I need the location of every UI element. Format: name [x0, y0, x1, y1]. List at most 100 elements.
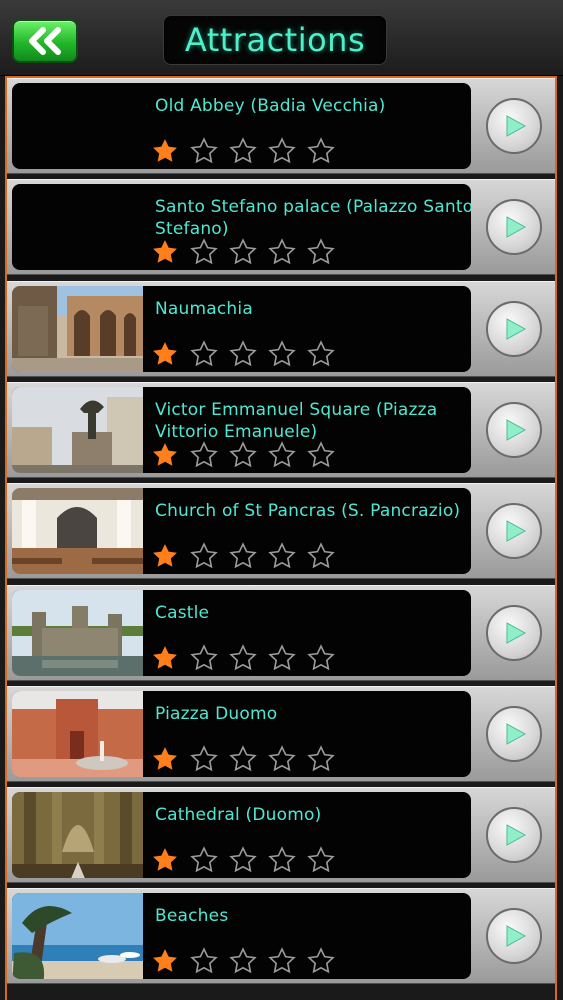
page-title: Attractions	[163, 15, 387, 65]
attraction-card[interactable]: Old Abbey (Badia Vecchia)	[12, 83, 471, 169]
star-filled-icon	[149, 137, 188, 165]
open-attraction-button[interactable]	[479, 492, 549, 570]
list-item[interactable]: Victor Emmanuel Square (Piazza Vittorio …	[7, 382, 555, 478]
list-item[interactable]: Santo Stefano palace (Palazzo Santo Stef…	[7, 179, 555, 275]
star-empty-icon	[188, 644, 227, 672]
star-empty-icon	[227, 238, 266, 266]
star-empty-icon	[305, 542, 344, 570]
star-empty-icon	[227, 441, 266, 469]
list-item[interactable]: Naumachia	[7, 281, 555, 377]
open-attraction-button[interactable]	[479, 695, 549, 773]
open-attraction-button[interactable]	[479, 87, 549, 165]
attraction-thumbnail	[12, 488, 143, 574]
open-attraction-button[interactable]	[479, 188, 549, 266]
star-empty-icon	[227, 745, 266, 773]
attractions-list[interactable]: Old Abbey (Badia Vecchia) Santo Stefano …	[5, 76, 557, 1000]
header-bar: Attractions	[0, 0, 563, 76]
star-empty-icon	[188, 441, 227, 469]
rating-stars	[149, 340, 344, 368]
star-empty-icon	[188, 947, 227, 975]
star-filled-icon	[149, 441, 188, 469]
star-empty-icon	[266, 441, 305, 469]
star-filled-icon	[149, 340, 188, 368]
open-attraction-button[interactable]	[479, 594, 549, 672]
attraction-card[interactable]: Beaches	[12, 893, 471, 979]
open-attraction-button[interactable]	[479, 290, 549, 368]
rating-stars	[149, 137, 344, 165]
attraction-thumbnail	[12, 691, 143, 777]
play-arrow-icon	[486, 706, 542, 762]
play-arrow-icon	[486, 503, 542, 559]
list-item[interactable]: Piazza Duomo	[7, 686, 555, 782]
attraction-card[interactable]: Victor Emmanuel Square (Piazza Vittorio …	[12, 387, 471, 473]
star-empty-icon	[305, 441, 344, 469]
open-attraction-button[interactable]	[479, 796, 549, 874]
open-attraction-button[interactable]	[479, 897, 549, 975]
star-empty-icon	[188, 745, 227, 773]
star-empty-icon	[266, 846, 305, 874]
star-empty-icon	[227, 542, 266, 570]
attraction-title: Santo Stefano palace (Palazzo Santo Stef…	[155, 197, 471, 239]
play-arrow-icon	[486, 908, 542, 964]
attraction-thumbnail	[12, 286, 143, 372]
attraction-thumbnail	[12, 893, 143, 979]
attraction-title: Old Abbey (Badia Vecchia)	[155, 96, 386, 116]
star-filled-icon	[149, 238, 188, 266]
play-arrow-icon	[486, 605, 542, 661]
attraction-title: Castle	[155, 603, 210, 623]
list-item[interactable]: Church of St Pancras (S. Pancrazio)	[7, 483, 555, 579]
star-empty-icon	[266, 238, 305, 266]
attraction-thumbnail	[12, 792, 143, 878]
attraction-thumbnail	[12, 387, 143, 473]
attraction-title: Naumachia	[155, 299, 253, 319]
attraction-card[interactable]: Cathedral (Duomo)	[12, 792, 471, 878]
rating-stars	[149, 644, 344, 672]
star-empty-icon	[305, 846, 344, 874]
star-empty-icon	[188, 846, 227, 874]
rating-stars	[149, 846, 344, 874]
attraction-title: Beaches	[155, 906, 229, 926]
attraction-card[interactable]: Piazza Duomo	[12, 691, 471, 777]
rating-stars	[149, 947, 344, 975]
rating-stars	[149, 238, 344, 266]
star-empty-icon	[266, 644, 305, 672]
star-filled-icon	[149, 745, 188, 773]
star-filled-icon	[149, 542, 188, 570]
list-item[interactable]: Old Abbey (Badia Vecchia)	[7, 78, 555, 174]
star-empty-icon	[305, 340, 344, 368]
rating-stars	[149, 542, 344, 570]
open-attraction-button[interactable]	[479, 391, 549, 469]
star-empty-icon	[227, 644, 266, 672]
attraction-title: Church of St Pancras (S. Pancrazio)	[155, 501, 461, 521]
list-item[interactable]: Beaches	[7, 888, 555, 984]
star-empty-icon	[266, 340, 305, 368]
star-empty-icon	[305, 238, 344, 266]
star-empty-icon	[188, 340, 227, 368]
star-empty-icon	[305, 644, 344, 672]
star-empty-icon	[227, 947, 266, 975]
attraction-card[interactable]: Church of St Pancras (S. Pancrazio)	[12, 488, 471, 574]
star-filled-icon	[149, 947, 188, 975]
star-filled-icon	[149, 846, 188, 874]
list-item[interactable]: Castle	[7, 585, 555, 681]
star-empty-icon	[227, 846, 266, 874]
star-empty-icon	[266, 137, 305, 165]
star-empty-icon	[305, 947, 344, 975]
play-arrow-icon	[486, 301, 542, 357]
star-empty-icon	[188, 137, 227, 165]
rating-stars	[149, 441, 344, 469]
attraction-card[interactable]: Castle	[12, 590, 471, 676]
star-empty-icon	[227, 137, 266, 165]
rating-stars	[149, 745, 344, 773]
attraction-title: Victor Emmanuel Square (Piazza Vittorio …	[155, 400, 438, 442]
star-empty-icon	[305, 745, 344, 773]
attraction-title: Piazza Duomo	[155, 704, 278, 724]
play-arrow-icon	[486, 199, 542, 255]
attraction-card[interactable]: Santo Stefano palace (Palazzo Santo Stef…	[12, 184, 471, 270]
play-arrow-icon	[486, 402, 542, 458]
star-empty-icon	[227, 340, 266, 368]
star-empty-icon	[266, 542, 305, 570]
back-button[interactable]	[12, 19, 78, 63]
attraction-card[interactable]: Naumachia	[12, 286, 471, 372]
list-item[interactable]: Cathedral (Duomo)	[7, 787, 555, 883]
